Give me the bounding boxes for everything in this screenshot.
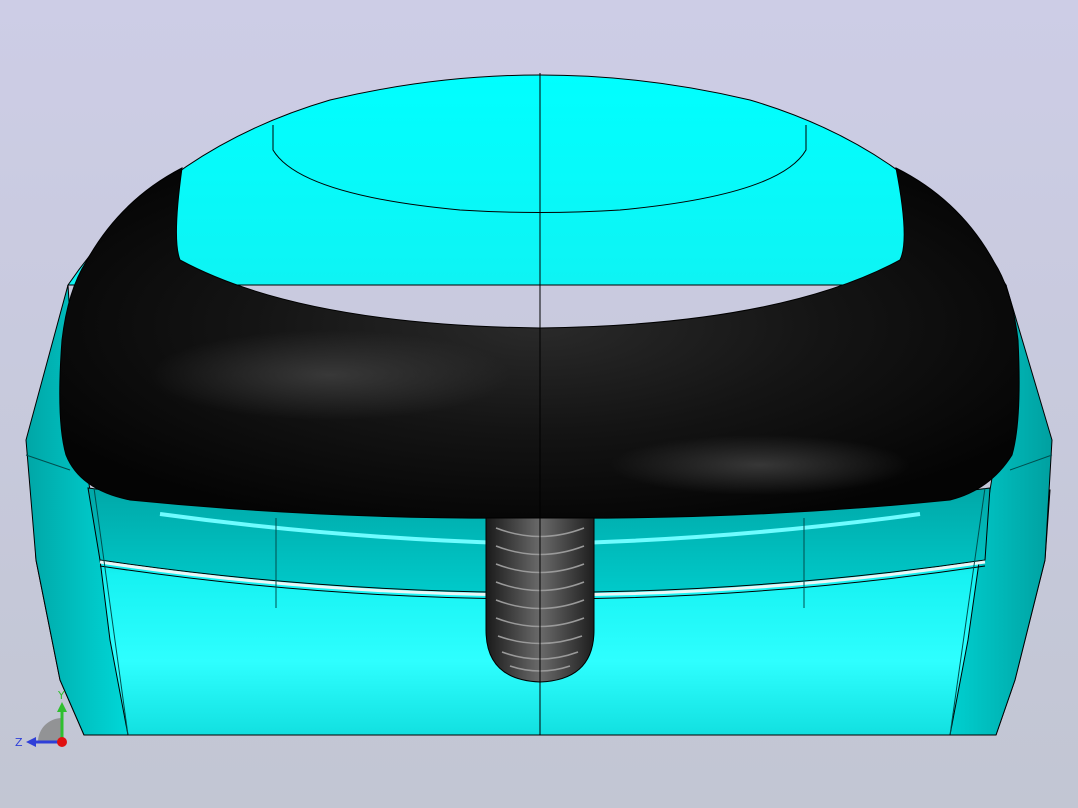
cushion-highlight-right [610,435,910,495]
3d-viewport[interactable]: Y Z [0,0,1078,808]
triad-x-axis-dot [57,737,67,747]
model[interactable] [25,73,1053,736]
triad-y-label: Y [57,689,65,702]
cushion-highlight-left [150,330,510,420]
triad-z-label: Z [15,736,23,749]
